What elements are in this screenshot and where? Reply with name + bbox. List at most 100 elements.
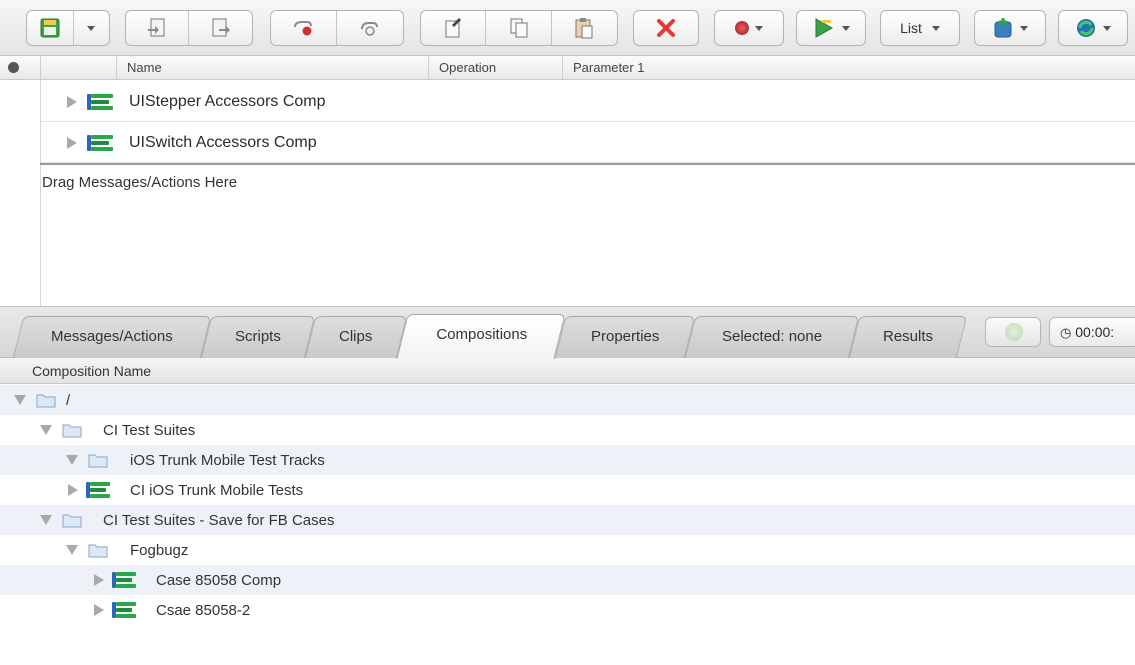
- column-header-blank[interactable]: [40, 56, 116, 80]
- tab-selected[interactable]: Selected: none: [684, 316, 860, 358]
- disclosure-triangle-icon[interactable]: [40, 425, 52, 435]
- tab-label: Compositions: [435, 326, 527, 343]
- disclosure-triangle-icon[interactable]: [14, 395, 26, 405]
- add-device-button[interactable]: [975, 11, 1045, 45]
- import-icon: [148, 18, 165, 37]
- play-dropdown[interactable]: [796, 10, 866, 46]
- composition-icon: [87, 94, 113, 110]
- tab-messages-actions[interactable]: Messages/Actions: [12, 316, 212, 358]
- composition-icon: [112, 572, 138, 588]
- tree-item-label: /: [66, 392, 71, 409]
- tree-row[interactable]: Csae 85058-2: [0, 595, 1135, 625]
- new-composition-group: [26, 10, 110, 46]
- column-header-parameter-1[interactable]: Parameter 1: [562, 56, 1135, 80]
- view-mode-dropdown[interactable]: List: [880, 10, 960, 46]
- table-row[interactable]: UISwitch Accessors Comp: [41, 123, 1135, 163]
- record-button[interactable]: [271, 11, 337, 45]
- play-icon: [815, 18, 834, 38]
- folder-icon: [36, 394, 56, 408]
- record-mode-dropdown[interactable]: [714, 10, 784, 46]
- column-header-composition-name[interactable]: Composition Name: [0, 358, 1135, 384]
- copy-button[interactable]: [486, 11, 552, 45]
- delete-icon: [657, 19, 675, 37]
- tab-properties[interactable]: Properties: [554, 316, 696, 358]
- export-button[interactable]: [189, 11, 252, 45]
- edit-group: [420, 10, 618, 46]
- tab-results[interactable]: Results: [848, 316, 968, 358]
- tab-scripts[interactable]: Scripts: [200, 316, 316, 358]
- composition-icon: [112, 602, 138, 618]
- disclosure-triangle-icon[interactable]: [94, 604, 104, 616]
- disclosure-triangle-icon[interactable]: [67, 96, 77, 108]
- tab-label: Results: [882, 328, 934, 345]
- clock-icon: ◷: [1060, 325, 1072, 340]
- add-device-dropdown[interactable]: [974, 10, 1046, 46]
- tab-label: Clips: [339, 328, 373, 345]
- tree-item-label: CI iOS Trunk Mobile Tests: [130, 482, 304, 499]
- sync-dropdown[interactable]: [1058, 10, 1128, 46]
- record-mode-button[interactable]: [715, 11, 783, 45]
- tree-row[interactable]: iOS Trunk Mobile Test Tracks: [0, 445, 1135, 475]
- import-button[interactable]: [126, 11, 190, 45]
- tree-row[interactable]: /: [0, 385, 1135, 415]
- composition-editor: Name Operation Parameter 1 UIStepper Acc…: [0, 56, 1135, 306]
- tab-label: Messages/Actions: [51, 328, 173, 345]
- view-mode-label: List: [900, 20, 922, 36]
- disclosure-triangle-icon[interactable]: [67, 137, 77, 149]
- tree-row[interactable]: CI Test Suites - Save for FB Cases: [0, 505, 1135, 535]
- new-composition-button[interactable]: [27, 11, 74, 45]
- import-export-group: [125, 10, 253, 46]
- delete-button[interactable]: [634, 11, 698, 45]
- chevron-down-icon: [755, 25, 763, 31]
- composition-name: UISwitch Accessors Comp: [129, 134, 317, 151]
- disclosure-triangle-icon[interactable]: [68, 484, 78, 496]
- table-row[interactable]: UIStepper Accessors Comp: [41, 82, 1135, 122]
- composition-name: UIStepper Accessors Comp: [129, 93, 326, 110]
- timer-value: 00:00:: [1075, 324, 1115, 340]
- column-header-operation[interactable]: Operation: [428, 56, 562, 80]
- status-dot-icon: [8, 62, 19, 73]
- tree-row[interactable]: Case 85058 Comp: [0, 565, 1135, 595]
- composition-icon: [86, 482, 112, 498]
- tab-label: Scripts: [235, 328, 281, 345]
- disclosure-triangle-icon[interactable]: [66, 545, 78, 555]
- tree-item-label: iOS Trunk Mobile Test Tracks: [130, 452, 325, 469]
- edit-button[interactable]: [421, 11, 487, 45]
- delete-group: [633, 10, 699, 46]
- chevron-down-icon: [931, 25, 940, 31]
- editor-column-header: Name Operation Parameter 1: [0, 56, 1135, 80]
- new-composition-dropdown[interactable]: [74, 11, 109, 45]
- drop-divider: [40, 163, 1135, 165]
- chevron-down-icon: [1103, 25, 1111, 31]
- disclosure-triangle-icon[interactable]: [94, 574, 104, 586]
- paste-icon: [575, 18, 593, 39]
- tab-clips[interactable]: Clips: [304, 316, 408, 358]
- tree-item-label: Case 85058 Comp: [156, 572, 282, 589]
- disclosure-triangle-icon[interactable]: [40, 515, 52, 525]
- chevron-down-icon: [842, 25, 850, 31]
- tree-row[interactable]: CI iOS Trunk Mobile Tests: [0, 475, 1135, 505]
- play-button[interactable]: [797, 11, 865, 45]
- toolbar: List: [0, 0, 1135, 56]
- sync-button[interactable]: [1059, 11, 1127, 45]
- tree-item-label: CI Test Suites: [103, 422, 196, 439]
- tree-row[interactable]: CI Test Suites: [0, 415, 1135, 445]
- stop-recording-icon: [361, 22, 378, 36]
- tree-row[interactable]: Fogbugz: [0, 535, 1135, 565]
- stop-recording-button[interactable]: [337, 11, 403, 45]
- compositions-browser: Composition Name / CI Test Suites iOS Tr…: [0, 358, 1135, 665]
- tab-compositions[interactable]: Compositions: [396, 314, 566, 359]
- folder-icon: [62, 514, 82, 528]
- tab-label: Selected: none: [721, 328, 823, 345]
- tab-label: Properties: [590, 328, 660, 345]
- folder-icon: [62, 424, 82, 438]
- chevron-down-icon: [1020, 25, 1028, 31]
- paste-button[interactable]: [552, 11, 617, 45]
- view-mode-button[interactable]: List: [881, 11, 959, 45]
- refresh-results-button[interactable]: [985, 317, 1041, 347]
- record-icon: [293, 21, 312, 36]
- disclosure-triangle-icon[interactable]: [66, 455, 78, 465]
- column-header-name[interactable]: Name: [116, 56, 428, 80]
- drop-target-hint[interactable]: Drag Messages/Actions Here: [42, 174, 237, 191]
- copy-icon: [510, 18, 528, 38]
